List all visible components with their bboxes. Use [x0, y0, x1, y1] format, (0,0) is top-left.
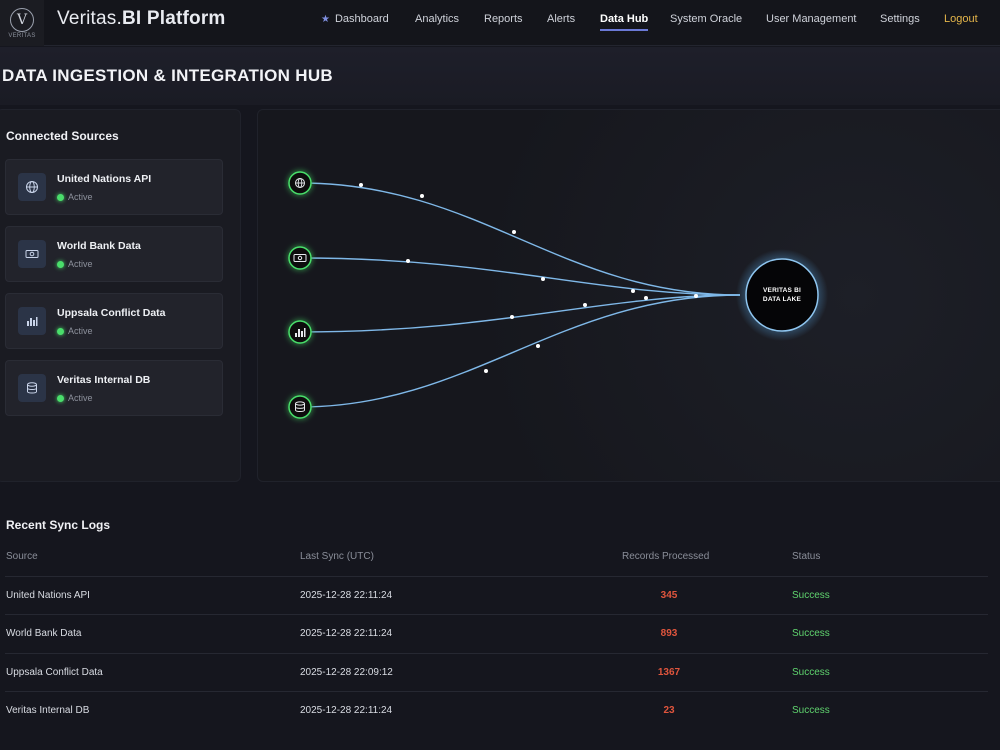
column-header-source: Source [6, 551, 38, 562]
column-header-status: Status [792, 551, 821, 562]
row-divider [5, 653, 988, 654]
flow-line-veritas [299, 294, 741, 408]
cell-records: 1367 [657, 667, 681, 678]
cell-source: World Bank Data [6, 628, 82, 639]
cell-source: United Nations API [6, 590, 90, 601]
cell-records: 23 [663, 705, 675, 716]
node-worldbank [288, 246, 312, 270]
row-divider [5, 576, 988, 577]
cell-time: 2025-12-28 22:11:24 [300, 628, 393, 639]
cell-time: 2025-12-28 22:11:24 [300, 705, 393, 716]
cell-records: 893 [660, 628, 678, 639]
column-header-records: Records Processed [622, 551, 710, 562]
flow-line-un [299, 182, 741, 296]
sync-logs-section [0, 498, 1000, 750]
cell-status: Success [792, 590, 830, 601]
node-veritas [288, 395, 312, 419]
cell-time: 2025-12-28 22:11:24 [300, 590, 393, 601]
cell-records: 345 [660, 590, 678, 601]
cell-status: Success [792, 628, 830, 639]
data-lake-label[interactable]: VERITAS BI DATA LAKE [746, 286, 818, 304]
sync-logs-title: Recent Sync Logs [6, 518, 111, 532]
data-lake-label-line2: DATA LAKE [762, 296, 802, 303]
row-divider [5, 691, 988, 692]
column-header-last-sync: Last Sync (UTC) [300, 551, 374, 562]
cell-status: Success [792, 705, 830, 716]
cell-status: Success [792, 667, 830, 678]
cell-source: Veritas Internal DB [6, 705, 90, 716]
row-divider [5, 614, 988, 615]
cell-time: 2025-12-28 22:09:12 [300, 667, 393, 678]
data-lake-label-line1: VERITAS BI [763, 287, 801, 294]
flow-particles [359, 183, 698, 373]
cell-source: Uppsala Conflict Data [6, 667, 103, 678]
